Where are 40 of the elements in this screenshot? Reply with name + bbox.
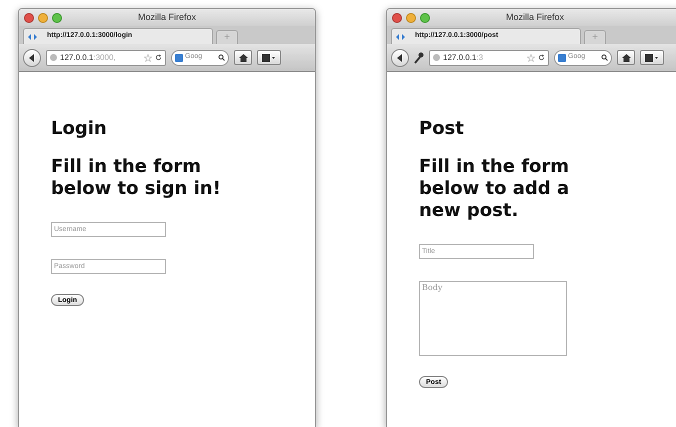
window-title: Mozilla Firefox [136,10,197,24]
search-engine-icon [175,54,183,62]
search-icon [601,54,608,61]
page-heading: Post [419,120,464,138]
close-light-icon[interactable] [392,12,402,22]
home-button[interactable] [617,50,635,65]
home-button[interactable] [234,50,252,65]
back-arrow-icon [28,54,36,62]
home-icon [622,54,630,62]
text-area[interactable]: Body [419,281,567,356]
back-button[interactable] [391,48,409,66]
zoom-light-icon[interactable] [52,12,62,22]
address-bar[interactable]: 127.0.0.1:3 [429,50,549,66]
key-icon[interactable] [414,52,424,64]
star-icon[interactable] [527,54,535,62]
search-engine-icon [558,54,566,62]
page-heading: Login [51,120,107,138]
zoom-light-icon[interactable] [420,12,430,22]
search-icon [218,54,225,61]
bookmarks-icon [645,54,659,62]
window-title: Mozilla Firefox [504,10,565,24]
arrows-icon [396,34,405,40]
reload-icon[interactable] [155,54,162,61]
close-light-icon[interactable] [24,12,34,22]
back-button[interactable] [23,48,41,66]
bookmarks-button[interactable] [257,50,281,65]
reload-icon[interactable] [538,54,545,61]
page-subheading: Fill in the form below to sign in! [51,156,221,200]
home-icon [238,54,248,62]
address-text: 127.0.0.1:3 [443,52,484,64]
star-icon[interactable] [144,54,152,62]
globe-icon [50,54,57,61]
back-arrow-icon [396,54,404,62]
bookmarks-button[interactable] [640,50,664,65]
page-subheading: Fill in the form below to add a new post. [419,156,570,222]
address-bar[interactable]: 127.0.0.1:3000, [46,50,166,66]
arrows-icon [28,34,37,40]
address-text: 127.0.0.1:3000, [60,52,116,64]
globe-icon [433,54,440,61]
bookmarks-icon [262,54,276,62]
